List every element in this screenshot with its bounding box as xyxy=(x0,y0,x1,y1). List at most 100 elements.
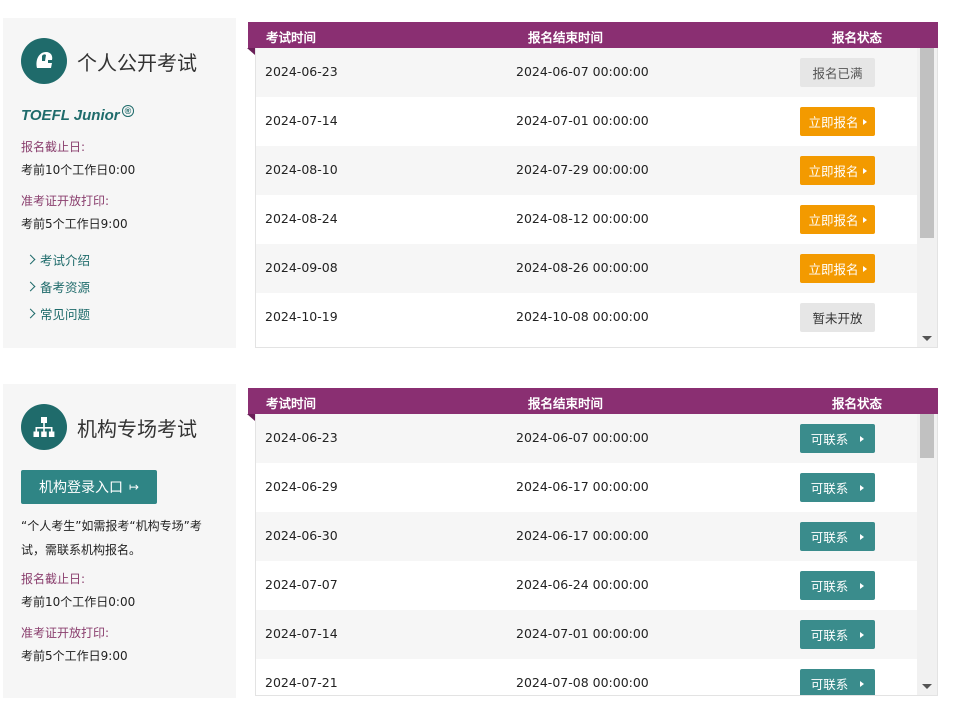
arrow-right-icon xyxy=(862,265,867,272)
table-row: 2024-06-29 2024-06-17 00:00:00 可联系 xyxy=(256,463,918,512)
arrow-right-icon xyxy=(860,582,865,589)
exam-date: 2024-06-29 xyxy=(265,479,338,494)
link-label: 备考资源 xyxy=(40,280,91,295)
arrow-right-icon xyxy=(862,167,867,174)
print-label: 准考证开放打印: xyxy=(21,626,110,640)
arrow-right-icon xyxy=(860,533,865,540)
contact-button[interactable]: 可联系 xyxy=(800,424,875,453)
reg-end-time: 2024-10-08 00:00:00 xyxy=(516,309,649,324)
register-now-button[interactable]: 立即报名 xyxy=(800,156,875,185)
header-status: 报名状态 xyxy=(832,30,883,45)
table-row: 2024-07-21 2024-07-08 00:00:00 可联系 xyxy=(256,659,918,695)
register-now-button[interactable]: 立即报名 xyxy=(800,254,875,283)
scrollbar[interactable] xyxy=(917,48,937,347)
link-exam-intro[interactable]: 考试介绍 xyxy=(25,246,91,273)
status-label: 可联系 xyxy=(810,677,849,692)
status-label: 可联系 xyxy=(810,579,849,594)
reg-end-time: 2024-08-26 00:00:00 xyxy=(516,260,649,275)
section-title: 个人公开考试 xyxy=(77,50,197,75)
arrow-right-icon xyxy=(860,631,865,638)
header-reg-end: 报名结束时间 xyxy=(528,396,604,411)
chevron-right-icon xyxy=(25,281,36,292)
contact-button[interactable]: 可联系 xyxy=(800,669,875,695)
status-label: 立即报名 xyxy=(808,164,859,179)
register-now-button[interactable]: 立即报名 xyxy=(800,107,875,136)
login-label: 机构登录入口 xyxy=(38,480,123,496)
exam-date: 2024-07-07 xyxy=(265,577,338,592)
arrow-right-icon xyxy=(860,484,865,491)
header-exam-date: 考试时间 xyxy=(266,396,317,411)
exam-date: 2024-06-23 xyxy=(265,430,338,445)
public-sidebar: 个人公开考试 TOEFL Junior ® 报名截止日: 考前10个工作日0:00… xyxy=(3,18,236,348)
link-faq[interactable]: 常见问题 xyxy=(25,300,90,327)
scrollbar-thumb[interactable] xyxy=(920,414,934,458)
reg-end-time: 2024-07-01 00:00:00 xyxy=(516,626,649,641)
register-now-button[interactable]: 立即报名 xyxy=(800,205,875,234)
institution-exam-table: 考试时间 报名结束时间 报名状态 2024-06-23 2024-06-07 0… xyxy=(247,388,938,696)
helmet-icon xyxy=(21,38,67,84)
arrow-right-icon xyxy=(860,435,865,442)
table-body[interactable]: 2024-06-23 2024-06-07 00:00:00 可联系 2024-… xyxy=(255,414,938,696)
scroll-down-icon[interactable] xyxy=(922,336,932,341)
exam-date: 2024-07-14 xyxy=(265,626,338,641)
table-body[interactable]: 2024-06-23 2024-06-07 00:00:00 报名已满 2024… xyxy=(255,48,938,348)
exam-date: 2024-08-10 xyxy=(265,162,338,177)
scrollbar-thumb[interactable] xyxy=(920,48,934,238)
chevron-right-icon xyxy=(25,308,36,319)
table-header: 考试时间 报名结束时间 报名状态 xyxy=(248,388,938,414)
table-row: 2024-07-07 2024-06-24 00:00:00 可联系 xyxy=(256,561,918,610)
scroll-down-icon[interactable] xyxy=(922,684,932,689)
brand-name: TOEFL Junior xyxy=(21,107,120,124)
public-exam-section: 个人公开考试 TOEFL Junior ® 报名截止日: 考前10个工作日0:00… xyxy=(0,18,971,353)
institution-sidebar: 机构专场考试 机构登录入口 ↦ “个人考生”如需报考“机构专场”考试，需联系机构… xyxy=(3,384,236,698)
print-value: 考前5个工作日9:00 xyxy=(21,649,128,663)
arrow-right-icon xyxy=(862,118,867,125)
exam-date: 2024-07-21 xyxy=(265,675,338,690)
reg-end-time: 2024-06-17 00:00:00 xyxy=(516,479,649,494)
exam-date: 2024-07-14 xyxy=(265,113,338,128)
header-reg-end: 报名结束时间 xyxy=(528,30,604,45)
link-prep-resources[interactable]: 备考资源 xyxy=(25,273,91,300)
institution-login-button[interactable]: 机构登录入口 ↦ xyxy=(21,470,157,504)
status-label: 可联系 xyxy=(810,628,849,643)
reg-end-time: 2024-07-01 00:00:00 xyxy=(516,113,649,128)
header-exam-date: 考试时间 xyxy=(266,30,317,45)
chevron-right-icon xyxy=(25,254,36,265)
institution-exam-section: 机构专场考试 机构登录入口 ↦ “个人考生”如需报考“机构专场”考试，需联系机构… xyxy=(0,384,971,704)
status-label: 立即报名 xyxy=(808,115,859,130)
table-row: 2024-06-23 2024-06-07 00:00:00 可联系 xyxy=(256,414,918,463)
exam-date: 2024-10-19 xyxy=(265,309,338,324)
link-label: 考试介绍 xyxy=(40,253,91,268)
reg-end-time: 2024-07-08 00:00:00 xyxy=(516,675,649,690)
header-fold xyxy=(247,414,255,421)
info-links: 考试介绍 备考资源 常见问题 xyxy=(25,246,91,327)
table-row: 2024-06-23 2024-06-07 00:00:00 报名已满 xyxy=(256,48,918,97)
contact-button[interactable]: 可联系 xyxy=(800,473,875,502)
brand-label: TOEFL Junior ® xyxy=(21,105,135,124)
status-label: 立即报名 xyxy=(808,262,859,277)
sign-in-icon: ↦ xyxy=(128,480,140,494)
status-label: 可联系 xyxy=(810,432,849,447)
table-row: 2024-08-24 2024-08-12 00:00:00 立即报名 xyxy=(256,195,918,244)
exam-date: 2024-09-08 xyxy=(265,260,338,275)
contact-button[interactable]: 可联系 xyxy=(800,522,875,551)
institution-header: 机构专场考试 xyxy=(21,404,197,450)
section-title: 机构专场考试 xyxy=(77,416,197,441)
table-header: 考试时间 报名结束时间 报名状态 xyxy=(248,22,938,48)
public-header: 个人公开考试 xyxy=(21,38,197,84)
public-exam-table: 考试时间 报名结束时间 报名状态 2024-06-23 2024-06-07 0… xyxy=(247,22,938,348)
status-label: 可联系 xyxy=(810,530,849,545)
reg-end-time: 2024-06-07 00:00:00 xyxy=(516,64,649,79)
org-chart-icon xyxy=(21,404,67,450)
reg-end-time: 2024-06-07 00:00:00 xyxy=(516,430,649,445)
status-full-button: 报名已满 xyxy=(800,58,875,87)
status-label: 暂未开放 xyxy=(812,311,863,326)
reg-end-time: 2024-06-24 00:00:00 xyxy=(516,577,649,592)
scrollbar[interactable] xyxy=(917,414,937,695)
contact-button[interactable]: 可联系 xyxy=(800,620,875,649)
reg-end-time: 2024-06-17 00:00:00 xyxy=(516,528,649,543)
contact-button[interactable]: 可联系 xyxy=(800,571,875,600)
status-not-open-button: 暂未开放 xyxy=(800,303,875,332)
header-status: 报名状态 xyxy=(832,396,883,411)
table-row: 2024-08-10 2024-07-29 00:00:00 立即报名 xyxy=(256,146,918,195)
